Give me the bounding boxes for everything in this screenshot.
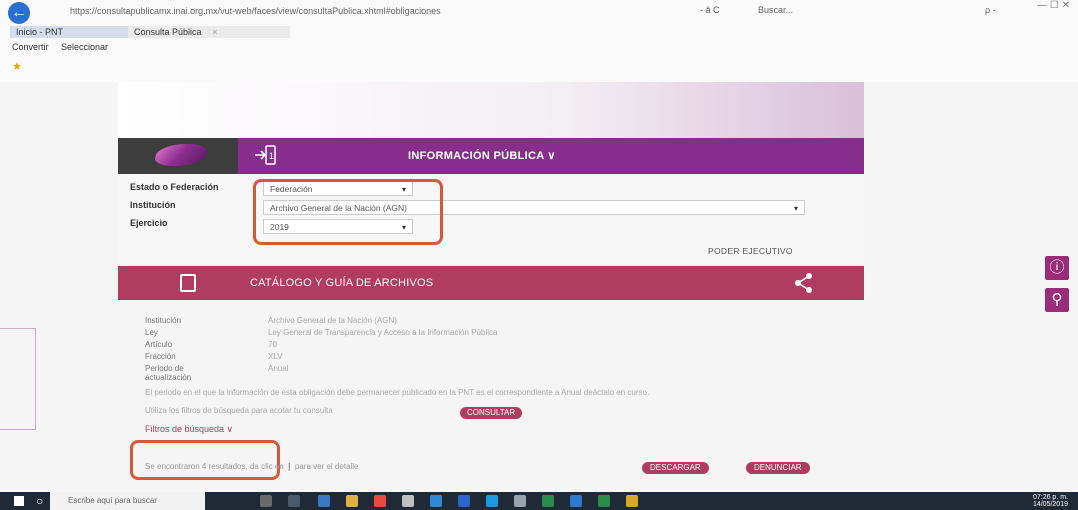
address-bar[interactable]: https://consultapublicamx.inai.org.mx/vu… xyxy=(70,6,441,16)
denunciar-button[interactable]: DENUNCIAR xyxy=(746,462,810,474)
app-icon[interactable] xyxy=(514,495,526,507)
chevron-down-icon: ▾ xyxy=(793,204,798,213)
nav-informacion-publica[interactable]: INFORMACIÓN PÚBLICA ∨ xyxy=(408,138,556,174)
app-icon[interactable] xyxy=(402,495,414,507)
share-icon[interactable] xyxy=(794,272,814,294)
detail-label: Ley xyxy=(145,328,158,337)
detail-label: Institución xyxy=(145,316,182,325)
edge-icon[interactable] xyxy=(570,495,582,507)
outlook-icon[interactable] xyxy=(458,495,470,507)
period-note: El periodo en el que la información de e… xyxy=(145,388,650,397)
tab-inicio-pnt[interactable]: Inicio - PNT xyxy=(10,26,137,38)
poder-label: PODER EJECUTIVO xyxy=(708,246,793,256)
window-controls[interactable]: — ☐ ✕ xyxy=(1037,0,1070,11)
tab-consulta-publica[interactable]: Consulta Pública × xyxy=(128,26,290,38)
close-tab-icon[interactable]: × xyxy=(212,27,217,37)
consultar-button[interactable]: CONSULTAR xyxy=(460,407,523,419)
page-content: 1 INFORMACIÓN PÚBLICA ∨ Estado o Federac… xyxy=(0,82,1078,492)
mic-icon[interactable] xyxy=(260,495,272,507)
tab-label: Consulta Pública xyxy=(134,27,202,37)
hero-banner xyxy=(118,82,864,138)
detail-value: Ley General de Transparencia y Acceso a … xyxy=(268,328,498,337)
catalog-title: CATÁLOGO Y GUÍA DE ARCHIVOS xyxy=(250,277,434,289)
clock-date: 14/05/2019 xyxy=(1032,501,1068,508)
addon-toolbar: Convertir Seleccionar xyxy=(12,42,108,52)
select-menu[interactable]: Seleccionar xyxy=(61,42,108,52)
favorites-star-icon[interactable]: ★ xyxy=(12,60,22,73)
document-icon xyxy=(180,274,196,292)
logo-swirl-icon xyxy=(151,144,211,166)
detail-value: 70 xyxy=(268,340,277,349)
left-edge-bracket xyxy=(0,328,36,430)
detail-label: Artículo xyxy=(145,340,173,349)
app-icon[interactable] xyxy=(598,495,610,507)
search-icon[interactable]: ○ xyxy=(36,494,43,508)
clock-time: 07:26 p. m. xyxy=(1032,494,1068,501)
convert-menu[interactable]: Convertir xyxy=(12,42,49,52)
detail-value: Anual xyxy=(268,364,289,373)
tab-label: Inicio - PNT xyxy=(16,27,64,37)
detail-label: Fracción xyxy=(145,352,176,361)
word-icon[interactable] xyxy=(430,495,442,507)
search-form: Estado o Federación Institución Ejercici… xyxy=(118,174,864,266)
excel-icon[interactable] xyxy=(542,495,554,507)
detail-value: XLV xyxy=(268,352,283,361)
task-view-icon[interactable] xyxy=(288,495,300,507)
catalog-header: CATÁLOGO Y GUÍA DE ARCHIVOS xyxy=(118,266,864,300)
alert-icon[interactable]: ⓘ xyxy=(1045,256,1069,280)
ejercicio-label: Ejercicio xyxy=(130,218,168,228)
institucion-label: Institución xyxy=(130,200,176,210)
main-navbar: 1 INFORMACIÓN PÚBLICA ∨ xyxy=(118,138,864,174)
results-count-text: Se encontraron 4 resultados, da clic en … xyxy=(145,462,359,471)
app-icon[interactable] xyxy=(318,495,330,507)
login-icon[interactable]: 1 xyxy=(253,144,277,166)
estado-label: Estado o Federación xyxy=(130,182,219,192)
descargar-button[interactable]: DESCARGAR xyxy=(642,462,709,474)
filtros-toggle[interactable]: Filtros de búsqueda ∨ xyxy=(145,424,233,435)
skype-icon[interactable] xyxy=(486,495,498,507)
search-dropdown-icon[interactable]: ρ - xyxy=(985,5,996,15)
filter-hint: Utiliza los filtros de búsqueda para aco… xyxy=(145,406,333,415)
wrench-icon[interactable]: ⚲ xyxy=(1045,288,1069,312)
back-arrow-icon[interactable]: ← xyxy=(8,2,30,24)
browser-chrome: ← https://consultapublicamx.inai.org.mx/… xyxy=(0,0,1078,82)
pnt-logo[interactable] xyxy=(118,138,238,174)
windows-start-icon[interactable] xyxy=(14,496,24,506)
refresh-icon[interactable]: - â C xyxy=(700,5,720,15)
detail-value: Archivo General de la Nación (AGN) xyxy=(268,316,397,325)
browser-search-input[interactable]: Buscar... xyxy=(758,5,793,15)
windows-taskbar: ○ Escribe aquí para buscar 07:26 p. m. 1… xyxy=(0,492,1078,510)
chrome-icon[interactable] xyxy=(374,495,386,507)
form-highlight-annotation xyxy=(253,179,443,245)
system-tray[interactable]: 07:26 p. m. 14/05/2019 xyxy=(1033,494,1068,508)
svg-text:1: 1 xyxy=(269,151,274,161)
file-explorer-icon[interactable] xyxy=(346,495,358,507)
detail-label: Periodo de actualización xyxy=(145,364,192,382)
results-highlight-annotation xyxy=(130,440,280,480)
taskbar-search-input[interactable]: Escribe aquí para buscar xyxy=(50,492,205,510)
app-icon[interactable] xyxy=(626,495,638,507)
